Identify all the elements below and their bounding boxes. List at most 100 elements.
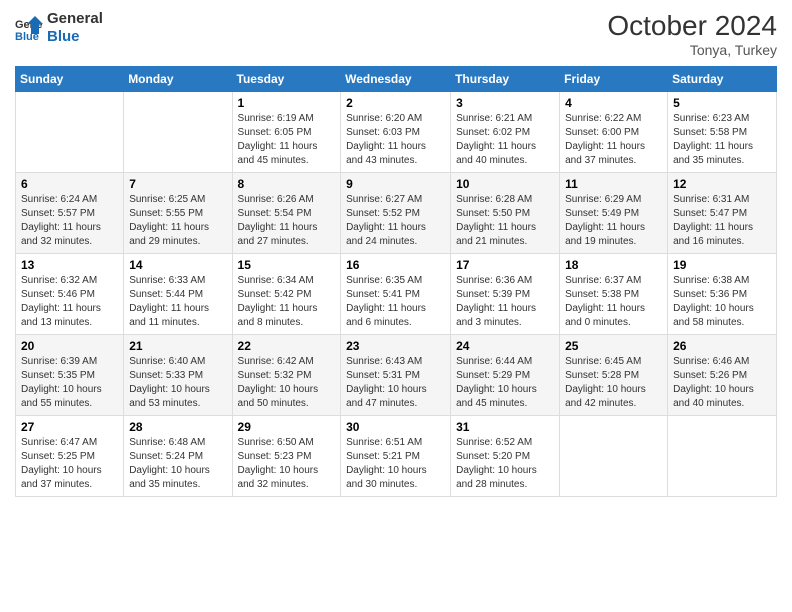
sunrise-text: Sunrise: 6:50 AM <box>238 437 314 448</box>
day-number: 4 <box>565 96 662 110</box>
sunrise-text: Sunrise: 6:25 AM <box>129 194 205 205</box>
sunset-text: Sunset: 6:03 PM <box>346 127 420 138</box>
day-info: Sunrise: 6:37 AM Sunset: 5:38 PM Dayligh… <box>565 274 662 330</box>
sunset-text: Sunset: 5:44 PM <box>129 289 203 300</box>
daylight-text: Daylight: 11 hours and 6 minutes. <box>346 303 426 328</box>
calendar-cell-w5-d0: 27 Sunrise: 6:47 AM Sunset: 5:25 PM Dayl… <box>16 416 124 497</box>
day-info: Sunrise: 6:34 AM Sunset: 5:42 PM Dayligh… <box>238 274 336 330</box>
sunrise-text: Sunrise: 6:27 AM <box>346 194 422 205</box>
day-number: 29 <box>238 420 336 434</box>
sunrise-text: Sunrise: 6:44 AM <box>456 356 532 367</box>
logo: General Blue General Blue <box>15 10 103 46</box>
calendar-cell-w3-d5: 18 Sunrise: 6:37 AM Sunset: 5:38 PM Dayl… <box>560 254 668 335</box>
day-info: Sunrise: 6:31 AM Sunset: 5:47 PM Dayligh… <box>673 193 771 249</box>
calendar-cell-w4-d2: 22 Sunrise: 6:42 AM Sunset: 5:32 PM Dayl… <box>232 335 341 416</box>
daylight-text: Daylight: 10 hours and 40 minutes. <box>673 384 754 409</box>
calendar-cell-w4-d6: 26 Sunrise: 6:46 AM Sunset: 5:26 PM Dayl… <box>668 335 777 416</box>
day-info: Sunrise: 6:27 AM Sunset: 5:52 PM Dayligh… <box>346 193 445 249</box>
daylight-text: Daylight: 11 hours and 21 minutes. <box>456 222 536 247</box>
sunset-text: Sunset: 6:05 PM <box>238 127 312 138</box>
sunset-text: Sunset: 5:47 PM <box>673 208 747 219</box>
day-info: Sunrise: 6:24 AM Sunset: 5:57 PM Dayligh… <box>21 193 118 249</box>
sunrise-text: Sunrise: 6:33 AM <box>129 275 205 286</box>
day-number: 2 <box>346 96 445 110</box>
sunrise-text: Sunrise: 6:26 AM <box>238 194 314 205</box>
sunset-text: Sunset: 5:20 PM <box>456 451 530 462</box>
sunrise-text: Sunrise: 6:24 AM <box>21 194 97 205</box>
day-info: Sunrise: 6:22 AM Sunset: 6:00 PM Dayligh… <box>565 112 662 168</box>
sunrise-text: Sunrise: 6:29 AM <box>565 194 641 205</box>
sunset-text: Sunset: 5:42 PM <box>238 289 312 300</box>
day-info: Sunrise: 6:28 AM Sunset: 5:50 PM Dayligh… <box>456 193 554 249</box>
sunrise-text: Sunrise: 6:51 AM <box>346 437 422 448</box>
sunset-text: Sunset: 5:36 PM <box>673 289 747 300</box>
day-info: Sunrise: 6:35 AM Sunset: 5:41 PM Dayligh… <box>346 274 445 330</box>
col-friday: Friday <box>560 67 668 92</box>
sunrise-text: Sunrise: 6:32 AM <box>21 275 97 286</box>
sunset-text: Sunset: 5:41 PM <box>346 289 420 300</box>
col-thursday: Thursday <box>451 67 560 92</box>
daylight-text: Daylight: 10 hours and 30 minutes. <box>346 465 427 490</box>
day-number: 1 <box>238 96 336 110</box>
sunrise-text: Sunrise: 6:43 AM <box>346 356 422 367</box>
calendar-cell-w3-d2: 15 Sunrise: 6:34 AM Sunset: 5:42 PM Dayl… <box>232 254 341 335</box>
daylight-text: Daylight: 11 hours and 11 minutes. <box>129 303 209 328</box>
day-info: Sunrise: 6:32 AM Sunset: 5:46 PM Dayligh… <box>21 274 118 330</box>
day-number: 25 <box>565 339 662 353</box>
sunrise-text: Sunrise: 6:35 AM <box>346 275 422 286</box>
sunset-text: Sunset: 5:23 PM <box>238 451 312 462</box>
week-row-4: 20 Sunrise: 6:39 AM Sunset: 5:35 PM Dayl… <box>16 335 777 416</box>
day-number: 27 <box>21 420 118 434</box>
day-number: 8 <box>238 177 336 191</box>
sunset-text: Sunset: 5:24 PM <box>129 451 203 462</box>
col-sunday: Sunday <box>16 67 124 92</box>
day-number: 11 <box>565 177 662 191</box>
day-number: 23 <box>346 339 445 353</box>
calendar-header-row: Sunday Monday Tuesday Wednesday Thursday… <box>16 67 777 92</box>
calendar-cell-w4-d4: 24 Sunrise: 6:44 AM Sunset: 5:29 PM Dayl… <box>451 335 560 416</box>
calendar-cell-w3-d4: 17 Sunrise: 6:36 AM Sunset: 5:39 PM Dayl… <box>451 254 560 335</box>
daylight-text: Daylight: 11 hours and 29 minutes. <box>129 222 209 247</box>
daylight-text: Daylight: 10 hours and 42 minutes. <box>565 384 646 409</box>
daylight-text: Daylight: 11 hours and 3 minutes. <box>456 303 536 328</box>
calendar-cell-w5-d3: 30 Sunrise: 6:51 AM Sunset: 5:21 PM Dayl… <box>341 416 451 497</box>
day-info: Sunrise: 6:43 AM Sunset: 5:31 PM Dayligh… <box>346 355 445 411</box>
day-number: 10 <box>456 177 554 191</box>
sunset-text: Sunset: 5:38 PM <box>565 289 639 300</box>
sunset-text: Sunset: 6:00 PM <box>565 127 639 138</box>
sunset-text: Sunset: 5:33 PM <box>129 370 203 381</box>
daylight-text: Daylight: 11 hours and 45 minutes. <box>238 141 318 166</box>
daylight-text: Daylight: 10 hours and 45 minutes. <box>456 384 537 409</box>
sunset-text: Sunset: 5:57 PM <box>21 208 95 219</box>
day-info: Sunrise: 6:50 AM Sunset: 5:23 PM Dayligh… <box>238 436 336 492</box>
sunset-text: Sunset: 5:46 PM <box>21 289 95 300</box>
sunset-text: Sunset: 5:55 PM <box>129 208 203 219</box>
week-row-2: 6 Sunrise: 6:24 AM Sunset: 5:57 PM Dayli… <box>16 173 777 254</box>
daylight-text: Daylight: 10 hours and 50 minutes. <box>238 384 319 409</box>
sunrise-text: Sunrise: 6:34 AM <box>238 275 314 286</box>
daylight-text: Daylight: 10 hours and 35 minutes. <box>129 465 210 490</box>
sunrise-text: Sunrise: 6:19 AM <box>238 113 314 124</box>
daylight-text: Daylight: 11 hours and 19 minutes. <box>565 222 645 247</box>
sunset-text: Sunset: 5:25 PM <box>21 451 95 462</box>
day-number: 12 <box>673 177 771 191</box>
day-number: 9 <box>346 177 445 191</box>
sunset-text: Sunset: 5:21 PM <box>346 451 420 462</box>
day-number: 19 <box>673 258 771 272</box>
sunrise-text: Sunrise: 6:28 AM <box>456 194 532 205</box>
daylight-text: Daylight: 10 hours and 47 minutes. <box>346 384 427 409</box>
day-info: Sunrise: 6:48 AM Sunset: 5:24 PM Dayligh… <box>129 436 226 492</box>
day-info: Sunrise: 6:29 AM Sunset: 5:49 PM Dayligh… <box>565 193 662 249</box>
calendar-cell-w4-d5: 25 Sunrise: 6:45 AM Sunset: 5:28 PM Dayl… <box>560 335 668 416</box>
day-info: Sunrise: 6:20 AM Sunset: 6:03 PM Dayligh… <box>346 112 445 168</box>
day-info: Sunrise: 6:23 AM Sunset: 5:58 PM Dayligh… <box>673 112 771 168</box>
sunset-text: Sunset: 6:02 PM <box>456 127 530 138</box>
calendar-cell-w4-d3: 23 Sunrise: 6:43 AM Sunset: 5:31 PM Dayl… <box>341 335 451 416</box>
daylight-text: Daylight: 11 hours and 24 minutes. <box>346 222 426 247</box>
calendar-cell-w1-d2: 1 Sunrise: 6:19 AM Sunset: 6:05 PM Dayli… <box>232 92 341 173</box>
calendar-cell-w3-d6: 19 Sunrise: 6:38 AM Sunset: 5:36 PM Dayl… <box>668 254 777 335</box>
calendar-cell-w5-d4: 31 Sunrise: 6:52 AM Sunset: 5:20 PM Dayl… <box>451 416 560 497</box>
day-number: 20 <box>21 339 118 353</box>
calendar-cell-w5-d2: 29 Sunrise: 6:50 AM Sunset: 5:23 PM Dayl… <box>232 416 341 497</box>
week-row-5: 27 Sunrise: 6:47 AM Sunset: 5:25 PM Dayl… <box>16 416 777 497</box>
